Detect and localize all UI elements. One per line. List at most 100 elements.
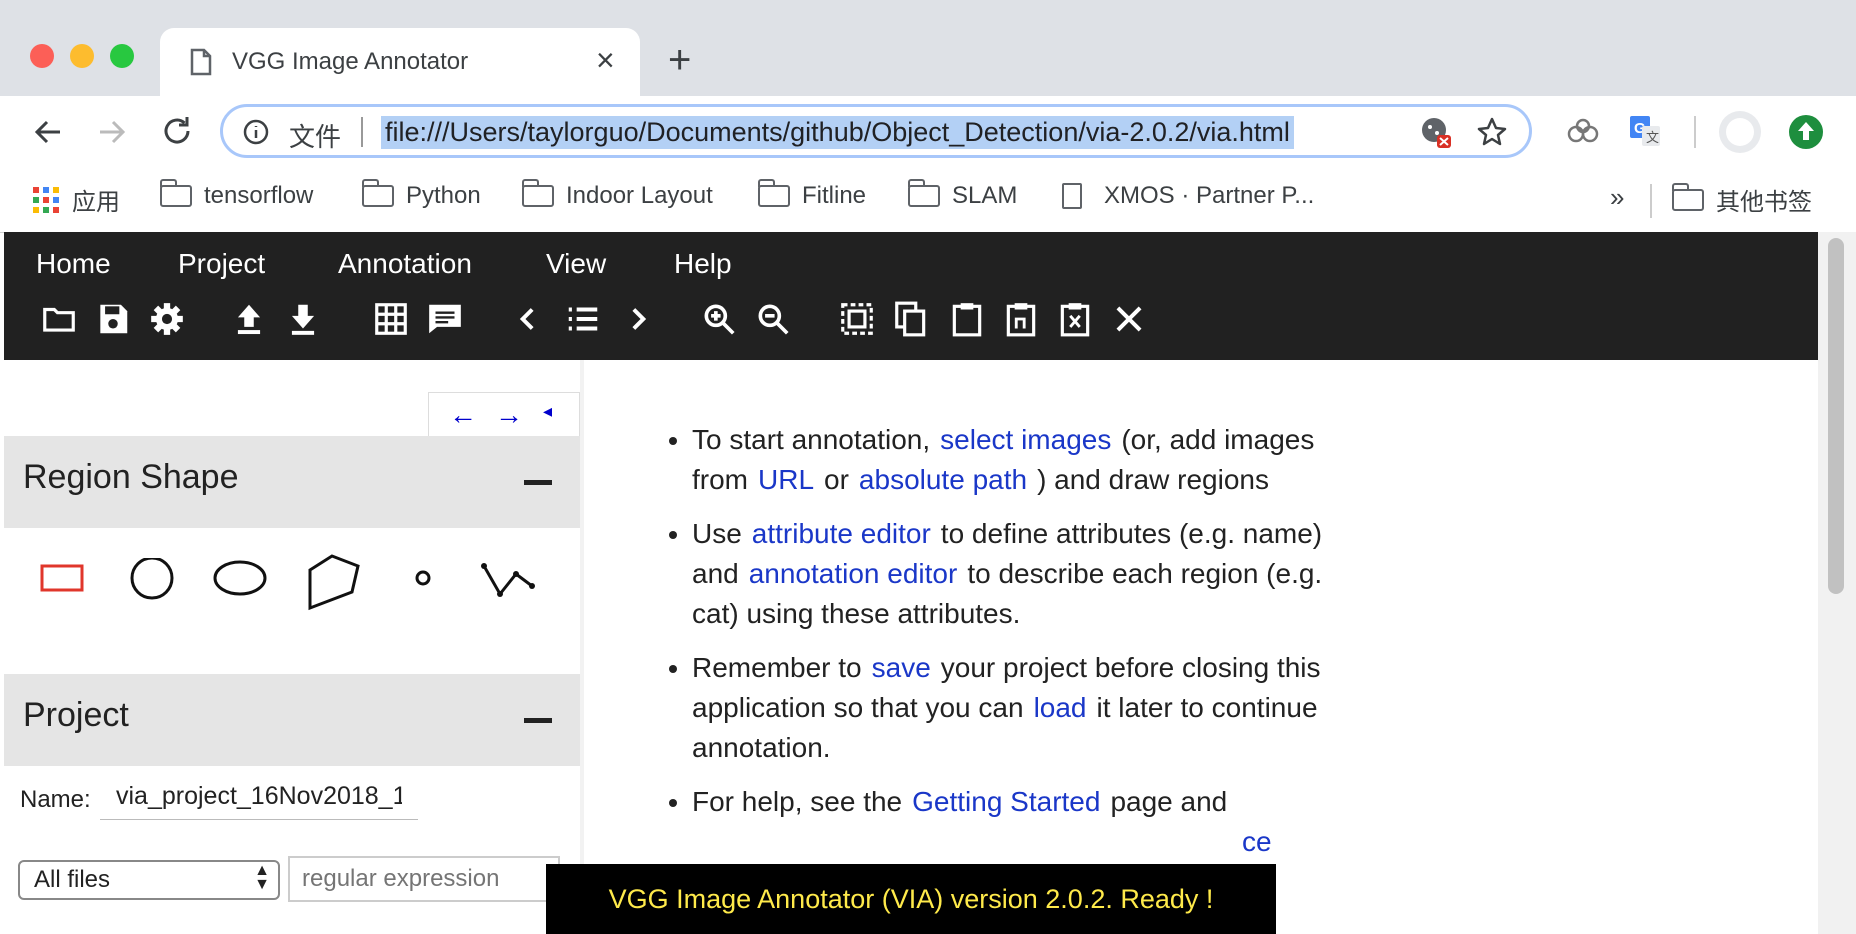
scrollbar-thumb[interactable] — [1828, 238, 1844, 594]
attribute-editor-link[interactable]: attribute editor — [742, 518, 941, 549]
next-icon[interactable] — [618, 300, 656, 338]
reference-link-fragment[interactable]: ce — [1242, 826, 1272, 857]
save-icon[interactable] — [94, 300, 132, 338]
collapse-icon[interactable] — [524, 718, 552, 723]
getting-started-link[interactable]: Getting Started — [902, 786, 1110, 817]
bookmark-tensorflow[interactable]: tensorflow — [160, 179, 314, 210]
previous-icon[interactable] — [510, 300, 548, 338]
open-folder-icon[interactable] — [40, 300, 78, 338]
collapse-icon[interactable] — [524, 480, 552, 485]
back-icon[interactable] — [32, 116, 64, 148]
annotation-editor-link[interactable]: annotation editor — [739, 558, 968, 589]
point-shape-icon[interactable] — [412, 558, 434, 602]
bookmark-xmos[interactable]: XMOS · Partner P... — [1062, 182, 1314, 210]
maximize-window-button[interactable] — [110, 44, 134, 68]
instruction-item: For help, see theGetting Startedpage and… — [692, 782, 1340, 862]
folder-icon — [362, 179, 394, 207]
absolute-path-link[interactable]: absolute path — [849, 464, 1037, 495]
polygon-shape-icon[interactable] — [302, 552, 366, 614]
page-icon — [190, 48, 212, 76]
upload-icon[interactable] — [230, 300, 268, 338]
load-link[interactable]: load — [1024, 692, 1097, 723]
sidebar-grow-button[interactable]: → — [495, 399, 523, 431]
project-name-input[interactable] — [100, 774, 418, 820]
select-images-link[interactable]: select images — [930, 424, 1121, 455]
circle-shape-icon[interactable] — [128, 558, 178, 602]
instruction-text: page and — [1110, 786, 1228, 817]
region-shape-header[interactable]: Region Shape — [4, 436, 580, 528]
new-tab-button[interactable]: + — [668, 40, 691, 80]
tab-title: VGG Image Annotator — [232, 48, 469, 75]
polyline-shape-icon[interactable] — [478, 558, 538, 602]
copy-icon[interactable] — [892, 300, 930, 338]
paste-icon[interactable] — [948, 300, 986, 338]
sidebar-shrink-button[interactable]: ← — [449, 399, 477, 431]
bookmark-fitline[interactable]: Fitline — [758, 179, 867, 210]
menu-help[interactable]: Help — [674, 248, 732, 280]
toolbar-divider — [1694, 116, 1696, 148]
translate-icon[interactable]: G文 — [1628, 114, 1662, 148]
reload-icon[interactable] — [160, 114, 194, 148]
address-bar[interactable]: 文件 file:///Users/taylorguo/Documents/git… — [220, 104, 1532, 158]
bookmarks-overflow-button[interactable]: » — [1610, 182, 1624, 213]
instruction-text: To start annotation, — [692, 424, 931, 455]
instruction-text: ) and draw regions — [1037, 464, 1269, 495]
close-window-button[interactable] — [30, 44, 54, 68]
bookmark-slam[interactable]: SLAM — [908, 179, 1017, 210]
menu-home[interactable]: Home — [36, 248, 111, 280]
regex-filter-input[interactable] — [288, 856, 560, 902]
paste-clear-icon[interactable] — [1056, 300, 1094, 338]
file-filter-select[interactable]: All files ▲ ▼ — [18, 860, 280, 900]
tab-close-icon[interactable]: × — [596, 42, 615, 79]
menu-annotation[interactable]: Annotation — [338, 248, 472, 280]
bookmark-star-icon[interactable] — [1477, 117, 1507, 147]
instruction-text: or — [824, 464, 849, 495]
cookie-blocked-icon[interactable] — [1419, 115, 1453, 149]
zoom-out-icon[interactable] — [754, 300, 792, 338]
apps-grid-icon — [33, 186, 59, 213]
menu-view[interactable]: View — [546, 248, 606, 280]
secure-info-label: 文件 — [289, 122, 342, 152]
grid-icon[interactable] — [372, 300, 410, 338]
update-icon[interactable] — [1788, 114, 1824, 150]
instruction-text: Remember to — [692, 652, 862, 683]
project-header[interactable]: Project — [4, 674, 580, 766]
rectangle-shape-icon[interactable] — [38, 558, 88, 602]
bookmark-label: tensorflow — [204, 182, 314, 209]
select-updown-icon: ▲ ▼ — [254, 862, 270, 893]
bookmark-other[interactable]: 其他书签 — [1672, 182, 1812, 217]
file-filter-value: All files — [34, 866, 111, 893]
comment-icon[interactable] — [426, 300, 464, 338]
bookmark-label: Fitline — [802, 182, 867, 209]
settings-icon[interactable] — [148, 300, 186, 338]
sidebar-toggle-button[interactable]: ◂ — [543, 401, 552, 422]
ellipse-shape-icon[interactable] — [212, 558, 272, 602]
bookmark-indoor-layout[interactable]: Indoor Layout — [522, 179, 713, 210]
avatar[interactable] — [1718, 110, 1762, 154]
url-link[interactable]: URL — [748, 464, 824, 495]
sidebar-nav: ← → ◂ — [428, 392, 580, 438]
list-icon[interactable] — [564, 300, 602, 338]
region-shape-title: Region Shape — [23, 458, 239, 496]
paste-n-icon[interactable] — [1002, 300, 1040, 338]
instruction-item: Useattribute editorto define attributes … — [692, 514, 1340, 634]
extension-icon[interactable] — [1566, 118, 1600, 146]
info-icon[interactable] — [243, 119, 269, 145]
url-text[interactable]: file:///Users/taylorguo/Documents/github… — [381, 116, 1294, 149]
folder-icon — [908, 179, 940, 207]
zoom-in-icon[interactable] — [700, 300, 738, 338]
project-title: Project — [23, 696, 129, 734]
bookmark-python[interactable]: Python — [362, 179, 481, 210]
bookmark-apps[interactable]: 应用 — [32, 182, 120, 217]
download-icon[interactable] — [284, 300, 322, 338]
menu-project[interactable]: Project — [178, 248, 265, 280]
browser-tab[interactable]: VGG Image Annotator × — [160, 28, 640, 96]
via-top-bar: Home Project Annotation View Help — [4, 232, 1818, 360]
forward-icon[interactable] — [96, 116, 128, 148]
minimize-window-button[interactable] — [70, 44, 94, 68]
bookmark-label: 应用 — [72, 189, 120, 216]
bookmarks-divider — [1650, 184, 1652, 218]
save-link[interactable]: save — [862, 652, 941, 683]
close-icon[interactable] — [1110, 300, 1148, 338]
select-all-icon[interactable] — [838, 300, 876, 338]
